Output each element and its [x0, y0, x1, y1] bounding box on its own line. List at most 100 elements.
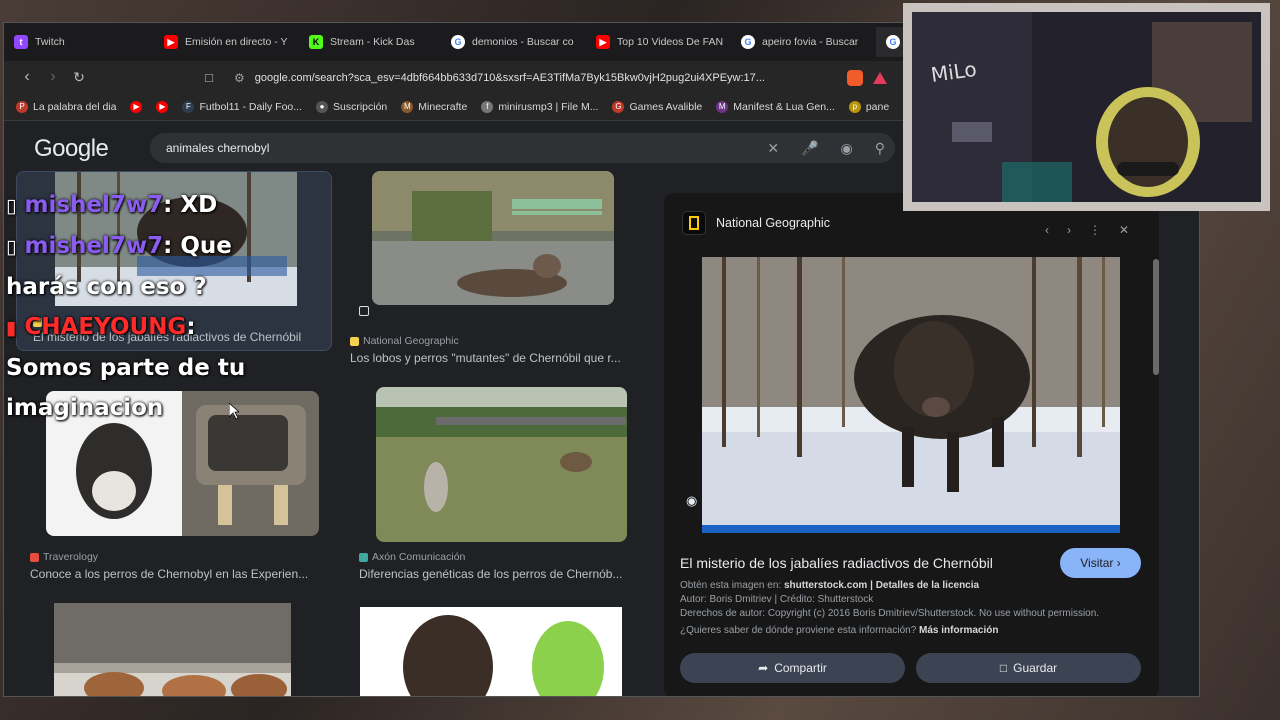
bookmark-label: minirusmp3 | File M...	[498, 100, 599, 113]
search-input[interactable]: animales chernobyl ✕ 🎤 ◉ ⚲	[150, 133, 895, 163]
bookmark-suscripcion[interactable]: ● Suscripción	[316, 100, 388, 113]
bookmark-label: Suscripción	[333, 100, 388, 113]
visit-button[interactable]: Visitar ›	[1060, 548, 1141, 578]
main-preview-image[interactable]	[702, 257, 1120, 533]
result-source: National Geographic	[350, 335, 459, 347]
bookmark-games[interactable]: G Games Avalible	[612, 100, 703, 113]
lens-search-icon[interactable]: ◉	[686, 493, 697, 509]
save-button[interactable]: □ Guardar	[916, 653, 1141, 683]
panel-source[interactable]: National Geographic	[682, 211, 830, 235]
chat-text: :	[186, 314, 196, 340]
chat-text: : Que	[163, 233, 232, 259]
tab-youtube-top10[interactable]: ▶ Top 10 Videos De FAN	[586, 27, 731, 57]
natgeo-icon	[350, 336, 359, 346]
more-info-prefix: ¿Quieres saber de dónde proviene esta in…	[680, 625, 920, 636]
chat-message: ▯ mishel7w7: Que	[6, 226, 326, 267]
bookmark-manifest[interactable]: M Manifest & Lua Gen...	[716, 100, 835, 113]
search-icon[interactable]: ⚲	[875, 140, 885, 157]
chat-username: CHAEYOUNG	[24, 314, 187, 340]
tab-twitch[interactable]: t Twitch	[4, 27, 154, 57]
result-caption[interactable]: Diferencias genéticas de los perros de C…	[359, 567, 649, 581]
webcam-overlay: MiLo	[903, 3, 1270, 211]
tab-label: Emisión en directo - Y	[185, 36, 288, 48]
back-button[interactable]: ‹	[14, 64, 40, 90]
games-icon: G	[612, 100, 625, 113]
shutterstock-link[interactable]: shutterstock.com	[784, 580, 867, 591]
lens-icon[interactable]: ◉	[841, 140, 853, 157]
frogs-thumbnail	[360, 607, 622, 696]
panel-source-label: National Geographic	[716, 216, 830, 230]
result-caption[interactable]: Los lobos y perros "mutantes" de Chernób…	[350, 351, 640, 365]
google-icon: G	[451, 35, 465, 49]
chat-text: imaginacion	[6, 395, 164, 421]
bookmark-label: Manifest & Lua Gen...	[733, 100, 835, 113]
microphone-icon[interactable]: 🎤	[801, 140, 818, 157]
image-result-horses[interactable]	[54, 603, 291, 696]
youtube-icon: ▶	[156, 100, 169, 113]
bookmark-minirusmp3[interactable]: f minirusmp3 | File M...	[481, 100, 599, 113]
bookmark-label: Minecrafte	[418, 100, 468, 113]
bookmark-la-palabra[interactable]: P La palabra del dia	[16, 100, 117, 113]
bookmark-youtube-1[interactable]: ▶	[130, 100, 143, 113]
youtube-icon: ▮	[6, 317, 17, 339]
result-caption[interactable]: Conoce a los perros de Chernobyl en las …	[30, 567, 320, 581]
share-label: Compartir	[774, 661, 827, 675]
bookmark-icon[interactable]: □	[196, 64, 222, 90]
tab-label: apeiro fovia - Buscar	[762, 36, 859, 48]
copyright-info: Derechos de autor: Copyright (c) 2016 Bo…	[680, 608, 1100, 619]
panel-scrollbar[interactable]	[1153, 259, 1159, 375]
bookmark-pane[interactable]: p pane	[848, 100, 889, 113]
chat-username: mishel7w7	[24, 233, 164, 259]
minecraft-icon: M	[401, 100, 414, 113]
tab-kick[interactable]: K Stream - Kick Das	[299, 27, 441, 57]
close-icon[interactable]: ✕	[1119, 223, 1129, 237]
save-label: Guardar	[1013, 661, 1058, 675]
chat-text: : XD	[163, 192, 218, 218]
google-logo[interactable]: Google	[34, 135, 109, 163]
image-result-frogs[interactable]	[360, 607, 622, 696]
bookmark-youtube-2[interactable]: ▶	[156, 100, 169, 113]
tab-google-demonios[interactable]: G demonios - Buscar co	[441, 27, 586, 57]
bookmark-minecrafte[interactable]: M Minecrafte	[401, 100, 468, 113]
natgeo-logo	[682, 211, 706, 235]
tab-youtube-live[interactable]: ▶ Emisión en directo - Y	[154, 27, 299, 57]
reload-button[interactable]: ↻	[66, 64, 92, 90]
forward-button[interactable]: ›	[40, 64, 66, 90]
tab-label: Twitch	[35, 36, 65, 48]
tab-google-apeiro[interactable]: G apeiro fovia - Buscar	[731, 27, 876, 57]
chat-text: Somos parte de tu	[6, 355, 246, 381]
license-details-link[interactable]: Detalles de la licencia	[876, 580, 979, 591]
traverology-icon	[30, 552, 39, 562]
clear-icon[interactable]: ✕	[767, 140, 779, 157]
image-result-dog-bench[interactable]	[372, 171, 614, 305]
brave-shield-icon[interactable]	[846, 69, 863, 86]
mouse-cursor-icon	[228, 402, 241, 420]
meta-prefix: Obtén esta imagen en:	[680, 580, 784, 591]
image-preview-panel: National Geographic ‹ › ⋮ ✕ ◉ El misteri…	[664, 193, 1159, 696]
chat-username: mishel7w7	[24, 192, 164, 218]
search-query: animales chernobyl	[166, 141, 270, 155]
panel-title[interactable]: El misterio de los jabalíes radiactivos …	[680, 555, 993, 571]
more-info-link[interactable]: Más información	[919, 625, 998, 636]
next-icon[interactable]: ›	[1067, 223, 1071, 237]
axon-icon	[359, 552, 368, 562]
address-bar[interactable]: ⚙ google.com/search?sca_esv=4dbf664bb633…	[226, 65, 906, 90]
stream-chat-overlay: ▯ mishel7w7: XD ▯ mishel7w7: Que harás c…	[6, 185, 326, 428]
share-button[interactable]: ➦ Compartir	[680, 653, 905, 683]
chat-message: ▯ mishel7w7: XD	[6, 185, 326, 226]
circle-icon: ●	[316, 100, 328, 113]
site-settings-icon[interactable]: ⚙	[234, 71, 245, 85]
image-result-dogs-field[interactable]	[376, 387, 627, 542]
bookmark-label: Games Avalible	[629, 100, 703, 113]
bookmark-futbol11[interactable]: F Futbol11 - Daily Foo...	[182, 100, 302, 113]
more-options-icon[interactable]: ⋮	[1089, 223, 1101, 237]
youtube-icon: ▶	[130, 100, 143, 113]
bookmark-label: La palabra del dia	[33, 100, 117, 113]
tab-label: Top 10 Videos De FAN	[617, 36, 724, 48]
brave-rewards-icon[interactable]	[872, 71, 887, 84]
prev-icon[interactable]: ‹	[1045, 223, 1049, 237]
file-icon: f	[481, 100, 494, 113]
result-source: Axón Comunicación	[359, 551, 465, 563]
horses-thumbnail	[54, 603, 291, 696]
dogs-field-thumbnail	[376, 387, 627, 542]
